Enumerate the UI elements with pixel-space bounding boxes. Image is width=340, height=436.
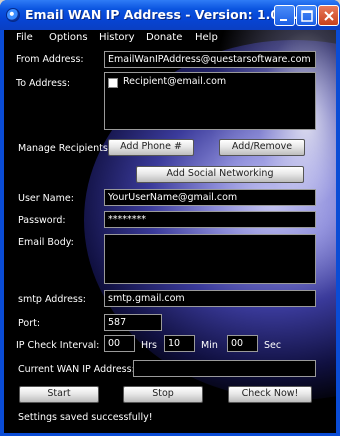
manage-recipients-label: Manage Recipients:: [18, 143, 112, 154]
minimize-button[interactable]: [274, 5, 295, 26]
port-field[interactable]: 587: [104, 314, 162, 331]
from-address-field[interactable]: EmailWanIPAddress@questarsoftware.com: [104, 51, 316, 68]
close-button[interactable]: [318, 5, 339, 26]
app-icon: [6, 8, 20, 22]
recipient-text: Recipient@email.com: [123, 76, 227, 87]
user-name-field[interactable]: YourUserName@gmail.com: [104, 189, 316, 206]
seconds-label: Sec: [264, 340, 282, 351]
current-wan-ip-label: Current WAN IP Address:: [18, 364, 135, 375]
window-title: Email WAN IP Address - Version: 1.0.0.0: [25, 7, 307, 22]
current-wan-ip-field: [133, 360, 316, 377]
ip-check-interval-label: IP Check Interval:: [16, 340, 100, 351]
minimize-icon: [280, 19, 287, 21]
menu-bar: File Options History Donate Help: [4, 30, 336, 46]
menu-donate[interactable]: Donate: [146, 32, 182, 43]
check-now-button[interactable]: Check Now!: [228, 386, 312, 403]
smtp-label: smtp Address:: [18, 294, 87, 305]
stop-button[interactable]: Stop: [123, 386, 203, 403]
email-body-field[interactable]: [104, 234, 316, 284]
seconds-field[interactable]: 00: [227, 335, 258, 352]
password-label: Password:: [18, 215, 66, 226]
hours-label: Hrs: [141, 340, 157, 351]
password-field[interactable]: ********: [104, 211, 316, 228]
menu-history[interactable]: History: [99, 32, 135, 43]
port-label: Port:: [18, 318, 41, 329]
hours-field[interactable]: 00: [104, 335, 135, 352]
from-label: From Address:: [16, 54, 84, 65]
maximize-icon: [301, 10, 313, 22]
add-phone-button[interactable]: Add Phone #: [108, 139, 194, 156]
menu-options[interactable]: Options: [49, 32, 88, 43]
recipient-checkbox[interactable]: [108, 78, 118, 88]
recipient-item[interactable]: Recipient@email.com: [105, 75, 315, 91]
close-icon: [324, 11, 334, 21]
to-address-list[interactable]: Recipient@email.com: [104, 72, 316, 130]
minutes-label: Min: [201, 340, 218, 351]
smtp-address-field[interactable]: smtp.gmail.com: [104, 290, 316, 307]
title-bar[interactable]: Email WAN IP Address - Version: 1.0.0.0: [0, 0, 340, 30]
to-label: To Address:: [16, 78, 71, 89]
user-name-label: User Name:: [18, 193, 74, 204]
maximize-button[interactable]: [296, 5, 317, 26]
minutes-field[interactable]: 10: [164, 335, 195, 352]
add-social-networking-button[interactable]: Add Social Networking: [136, 166, 304, 183]
menu-help[interactable]: Help: [195, 32, 218, 43]
status-text: Settings saved successfully!: [18, 412, 153, 423]
start-button[interactable]: Start: [19, 386, 99, 403]
add-remove-button[interactable]: Add/Remove: [219, 139, 305, 156]
email-body-label: Email Body:: [18, 237, 74, 248]
menu-file[interactable]: File: [16, 32, 33, 43]
